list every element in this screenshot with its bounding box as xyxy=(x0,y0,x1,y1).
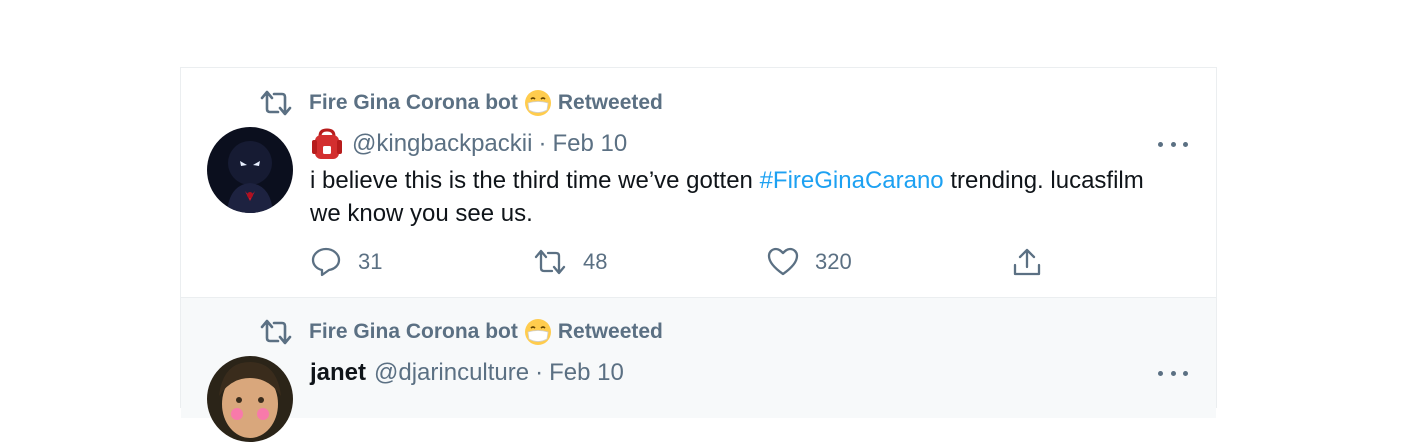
retweet-icon xyxy=(260,90,292,116)
handle[interactable]: @kingbackpackii xyxy=(352,130,532,158)
reply-icon xyxy=(311,247,341,277)
retweeted-label: Retweeted xyxy=(557,91,663,114)
timeline: Fire Gina Corona bot Retweeted @kingback… xyxy=(180,67,1217,442)
tweet-header: @kingbackpackii · Feb 10 xyxy=(310,127,627,161)
avatar[interactable] xyxy=(207,127,293,213)
separator: · xyxy=(535,359,544,386)
retweeter-name[interactable]: Fire Gina Corona bot xyxy=(309,91,518,115)
hashtag-link[interactable]: #FireGinaCarano xyxy=(760,167,944,194)
tweet-text-part1: i believe this is the third time we’ve g… xyxy=(310,167,760,194)
avatar[interactable] xyxy=(207,356,293,442)
separator: · xyxy=(538,130,547,157)
reply-count: 31 xyxy=(358,249,383,274)
handle[interactable]: @djarinculture xyxy=(374,359,529,387)
red-backpack-emoji xyxy=(312,128,342,159)
reply-button[interactable]: 31 xyxy=(310,244,382,280)
like-count: 320 xyxy=(815,249,852,274)
avatar-image xyxy=(207,127,293,213)
retweet-icon xyxy=(534,249,566,275)
display-name[interactable]: janet xyxy=(310,359,366,387)
tweet-actions: 31 48 320 xyxy=(310,244,1050,280)
retweet-button[interactable]: 48 xyxy=(533,244,607,280)
retweet-context: Fire Gina Corona bot Retweeted xyxy=(259,317,663,347)
share-button[interactable] xyxy=(1011,244,1059,280)
tweet-header: janet @djarinculture · Feb 10 xyxy=(310,356,624,390)
retweeted-label: Retweeted xyxy=(557,320,663,343)
retweet-context: Fire Gina Corona bot Retweeted xyxy=(259,88,663,118)
heart-icon xyxy=(767,247,799,276)
more-options-icon[interactable] xyxy=(1158,368,1188,378)
avatar-image xyxy=(207,356,293,442)
face-with-medical-mask-emoji xyxy=(524,319,551,345)
tweet[interactable]: Fire Gina Corona bot Retweeted janet @dj… xyxy=(181,298,1216,442)
tweet[interactable]: Fire Gina Corona bot Retweeted @kingback… xyxy=(181,68,1216,298)
tweet-text: i believe this is the third time we’ve g… xyxy=(310,164,1170,230)
like-button[interactable]: 320 xyxy=(767,244,852,280)
more-options-icon[interactable] xyxy=(1158,139,1188,149)
retweet-count: 48 xyxy=(583,249,608,274)
timestamp[interactable]: Feb 10 xyxy=(552,130,627,158)
timestamp[interactable]: Feb 10 xyxy=(549,359,624,387)
share-icon xyxy=(1013,248,1041,276)
retweeter-name[interactable]: Fire Gina Corona bot xyxy=(309,320,518,344)
face-with-medical-mask-emoji xyxy=(524,90,551,116)
retweet-icon xyxy=(260,319,292,345)
